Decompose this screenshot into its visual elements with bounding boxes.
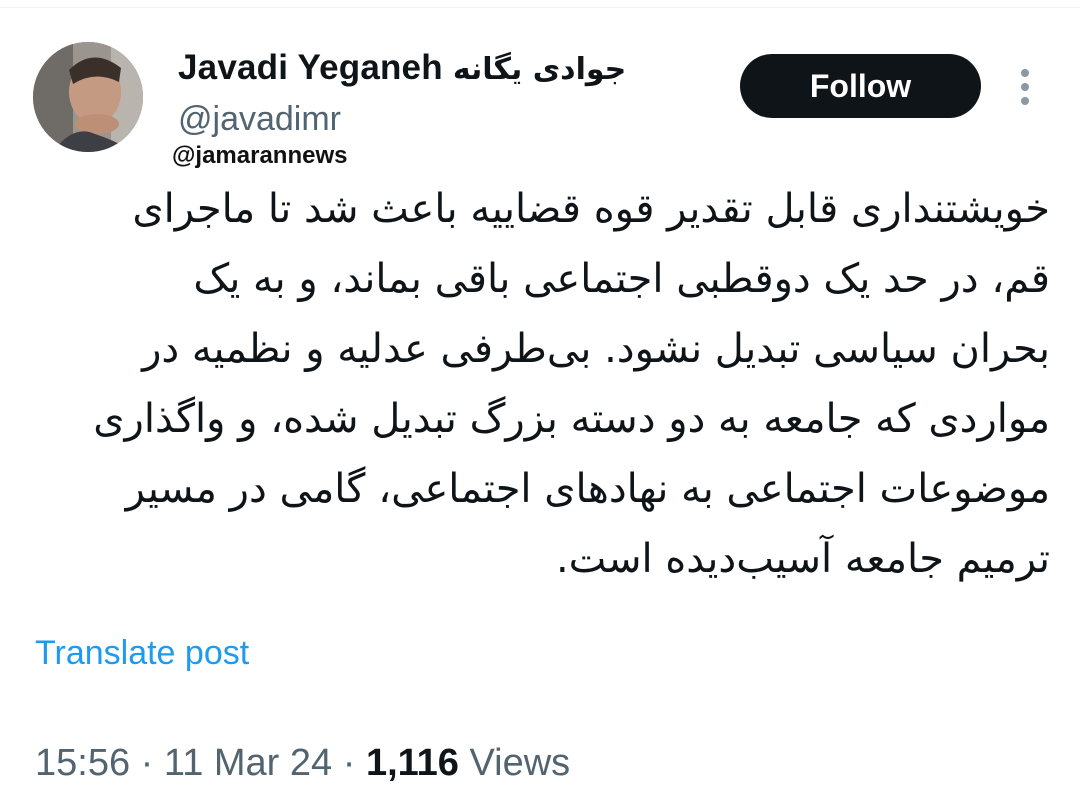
- author-avatar[interactable]: [33, 42, 143, 152]
- avatar-photo: [33, 42, 143, 152]
- more-options-button[interactable]: [1008, 62, 1042, 112]
- source-watermark: @jamarannews: [172, 142, 348, 169]
- author-name-persian: جوادی یگانه: [452, 52, 627, 87]
- tweet-date[interactable]: 11 Mar 24: [164, 742, 332, 784]
- tweet-text-line: بحران سیاسی تبدیل نشود. بی‌طرفی عدلیه و …: [142, 326, 1050, 372]
- author-name-latin: Javadi Yeganeh: [178, 48, 443, 87]
- tweet-text-line: خویشتنداری قابل تقدیر قوه قضاییه باعث شد…: [132, 186, 1050, 232]
- author-handle[interactable]: @javadimr: [178, 100, 341, 139]
- tweet-text: خویشتنداری قابل تقدیر قوه قضاییه باعث شد…: [30, 174, 1050, 594]
- meta-separator: ·: [140, 742, 154, 784]
- views-label: Views: [469, 742, 571, 784]
- follow-button[interactable]: Follow: [740, 54, 981, 118]
- top-divider: [0, 0, 1080, 8]
- tweet-time[interactable]: 15:56: [35, 742, 130, 784]
- vertical-ellipsis-icon: [1021, 69, 1029, 105]
- tweet-meta: 15:56 · 11 Mar 24 · 1,116 Views: [35, 742, 570, 785]
- author-display-name[interactable]: Javadi Yeganeh جوادی یگانه: [178, 48, 626, 88]
- views-count: 1,116: [365, 742, 459, 784]
- tweet-text-line: قم، در حد یک دوقطبی اجتماعی باقی بماند، …: [193, 256, 1050, 302]
- meta-separator: ·: [342, 742, 356, 784]
- tweet-text-line: ترمیم جامعه آسیب‌دیده است.: [555, 536, 1050, 582]
- tweet-text-line: موضوعات اجتماعی به نهادهای اجتماعی، گامی…: [125, 466, 1050, 512]
- translate-post-link[interactable]: Translate post: [35, 634, 249, 673]
- tweet-text-line: مواردی که جامعه به دو دسته بزرگ تبدیل شد…: [93, 396, 1050, 442]
